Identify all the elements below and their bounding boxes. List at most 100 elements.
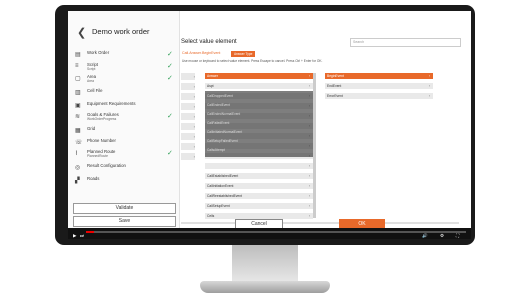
sidebar-item[interactable]: ▦ Grid	[75, 126, 175, 138]
sidebar-item-label: Roads	[87, 176, 100, 181]
check-icon: ✓	[167, 75, 173, 82]
sidebar-item[interactable]: ◎ Result Configuration	[75, 163, 175, 175]
grid-icon: ▦	[75, 128, 81, 134]
sidebar-item[interactable]: ▞ Roads	[75, 176, 175, 188]
level1-row[interactable]: ›	[181, 153, 195, 161]
script-icon: ≡	[75, 63, 79, 69]
sidebar-item[interactable]: ≋ Goals & Failures WorkOrderProgress ✓	[75, 112, 175, 124]
instruction-text: Use mouse or keyboard to select value el…	[182, 59, 323, 63]
sidebar-item[interactable]: ▤ Work Order ✓	[75, 50, 175, 62]
answer-type-badge: Answer Type	[231, 51, 256, 57]
chevron-right-icon: ›	[308, 164, 310, 168]
level1-row[interactable]: ›	[181, 103, 195, 111]
play-icon[interactable]	[317, 117, 347, 155]
dropdown-overlay: CallDroppedEvent CallEndedEvent CallEndedN…	[205, 91, 313, 157]
level1-row[interactable]: ›	[181, 83, 195, 91]
panel-title: Select value element	[181, 39, 237, 45]
value-element-row[interactable]: BeginEvent ›	[325, 73, 433, 80]
validate-button[interactable]: Validate	[73, 203, 176, 214]
sidebar-item-label: Result Configuration	[87, 163, 126, 168]
row-label: Aspt	[207, 84, 214, 88]
sidebar-item-label: Grid	[87, 126, 96, 131]
value-element-row[interactable]: CallInitiationEvent ›	[205, 183, 313, 190]
settings-gear-icon[interactable]: ⚙	[440, 233, 444, 239]
back-icon[interactable]: ❮	[77, 26, 86, 39]
overlay-item[interactable]: CallDroppedEvent	[207, 94, 233, 98]
chevron-right-icon: ›	[308, 84, 310, 88]
level1-row[interactable]: ›	[181, 113, 195, 121]
chevron-right-icon: ›	[308, 174, 310, 178]
row-label: CallReestablishedEvent	[207, 194, 243, 198]
value-element-row[interactable]: CallReestablishedEvent ›	[205, 193, 313, 200]
overlay-item[interactable]: CallsAttempt	[207, 148, 225, 152]
row-label: Cells	[207, 214, 215, 218]
row-label: BeginEvent	[327, 74, 344, 78]
level1-row[interactable]: ›	[181, 123, 195, 131]
sidebar-item[interactable]: ▢ Area Area ✓	[75, 74, 175, 86]
row-label: CallInitiationEvent	[207, 184, 234, 188]
horizontal-scrollbar[interactable]	[181, 222, 459, 224]
level1-row[interactable]: ›	[181, 143, 195, 151]
video-controls: ▶ ⏭ 🔊 ⚙ ⛶	[68, 228, 471, 239]
chevron-right-icon: ›	[428, 94, 430, 98]
map-icon: ▢	[75, 76, 81, 82]
sidebar-item-label: Cell File	[87, 88, 103, 93]
monitor-base	[200, 281, 330, 293]
page-title: Demo work order	[92, 27, 150, 36]
sidebar-item[interactable]: ⌇ Planned Route PlannedRoute ✓	[75, 149, 175, 161]
row-label: CallEstablishedEvent	[207, 174, 239, 178]
overlay-item[interactable]: CallFailedEvent	[207, 121, 229, 125]
save-button[interactable]: Save	[73, 216, 176, 227]
row-label: CallSetupEvent	[207, 204, 230, 208]
sidebar-item-sublabel: PlannedRoute	[87, 154, 108, 158]
check-icon: ✓	[167, 113, 173, 120]
value-element-row[interactable]: Aspt ›	[205, 83, 313, 90]
chevron-right-icon: ›	[428, 84, 430, 88]
sidebar-item[interactable]: ≡ Script Script ✓	[75, 62, 175, 74]
settings-icon: ◎	[75, 165, 81, 171]
breadcrumb: Call.Answer.BeginEvent	[182, 51, 221, 55]
overlay-item[interactable]: CallEndedEvent	[207, 103, 230, 107]
goal-icon: ≋	[75, 114, 81, 120]
sidebar-item-sublabel: Script	[87, 67, 96, 71]
monitor-stand	[232, 245, 298, 283]
sidebar: ❮ Demo work order ▤ Work Order ✓ ≡ Script Scr…	[68, 11, 180, 228]
ok-button[interactable]: OK	[339, 219, 385, 228]
fullscreen-icon[interactable]: ⛶	[456, 233, 459, 238]
value-element-row[interactable]: ›	[205, 163, 313, 170]
sidebar-item-sublabel: Area	[87, 79, 94, 83]
value-element-row[interactable]: CallEstablishedEvent ›	[205, 173, 313, 180]
volume-icon[interactable]: 🔊	[422, 233, 428, 239]
sidebar-item-label: Equipment Requirements	[87, 101, 136, 106]
value-element-row[interactable]: Answer ›	[205, 73, 313, 80]
video-progress-fill	[86, 231, 94, 233]
overlay-item[interactable]: CallInitiatedNormalEvent	[207, 130, 242, 134]
value-element-row[interactable]: EndEvent ›	[325, 83, 433, 90]
sidebar-item[interactable]: ▥ Cell File	[75, 88, 175, 100]
next-icon[interactable]: ⏭	[80, 233, 84, 238]
route-icon: ⌇	[75, 151, 78, 157]
sidebar-item-label: Work Order	[87, 50, 110, 55]
overlay-item[interactable]: CallEndedNormalEvent	[207, 112, 240, 116]
level1-row[interactable]: ›	[181, 133, 195, 141]
road-icon: ▞	[75, 178, 80, 184]
phone-icon: ☏	[75, 140, 83, 146]
check-icon: ✓	[167, 63, 173, 70]
search-input[interactable]: Search	[350, 38, 461, 47]
level1-row[interactable]: ›	[181, 73, 195, 81]
row-label: ErrorEvent	[327, 94, 343, 98]
chevron-right-icon: ›	[308, 214, 310, 218]
play-button-icon[interactable]: ▶	[73, 233, 76, 239]
column-scrollbar[interactable]	[313, 73, 316, 218]
level1-row[interactable]: ›	[181, 93, 195, 101]
value-element-row[interactable]: ErrorEvent ›	[325, 93, 433, 100]
row-label: Answer	[207, 74, 218, 78]
overlay-item[interactable]: CallSetupFailedEvent	[207, 139, 238, 143]
row-label: EndEvent	[327, 84, 342, 88]
value-element-row[interactable]: CallSetupEvent ›	[205, 203, 313, 210]
check-icon: ✓	[167, 51, 173, 58]
chevron-right-icon: ›	[428, 74, 430, 78]
chevron-right-icon: ›	[308, 184, 310, 188]
video-progress-bar[interactable]	[86, 231, 466, 233]
equipment-icon: ▣	[75, 103, 81, 109]
